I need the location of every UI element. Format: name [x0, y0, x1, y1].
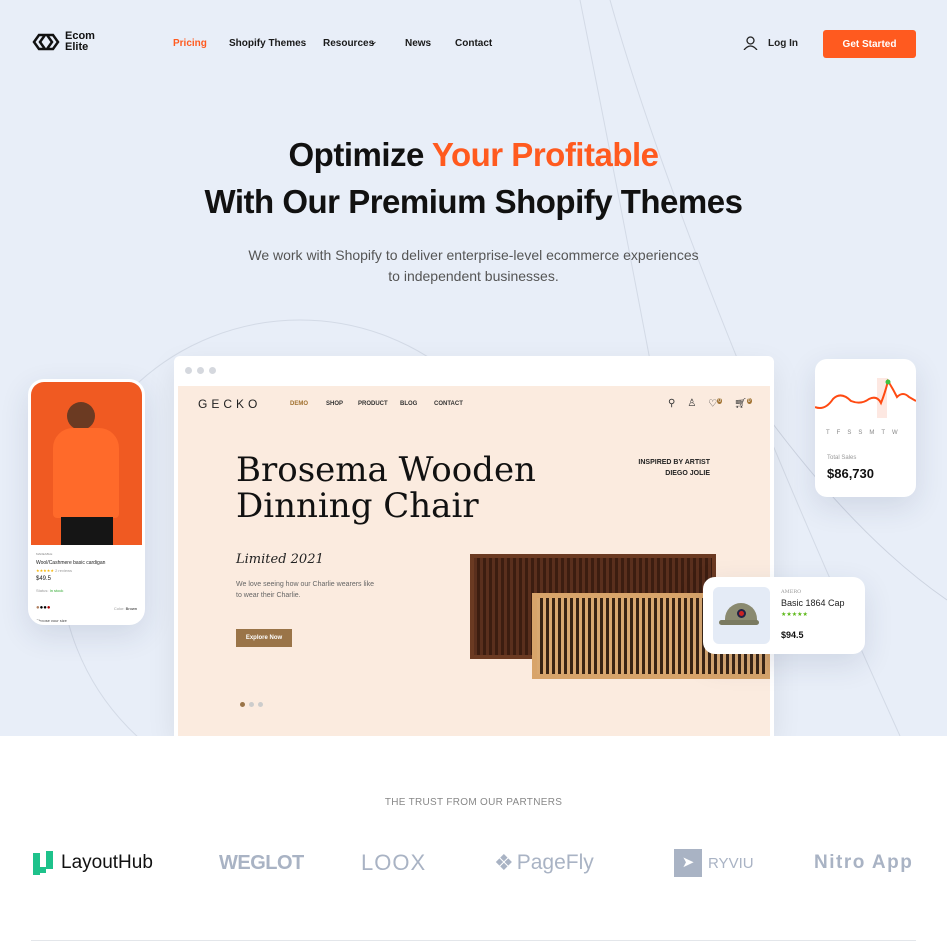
description-line: to wear their Charlie. — [236, 592, 301, 599]
phone-price: $49.5 — [36, 576, 52, 582]
product-photo — [31, 382, 142, 545]
total-sales-label: Total Sales — [827, 455, 857, 461]
logo-mark-icon — [32, 33, 60, 51]
account-icon[interactable]: ♙ — [687, 398, 696, 409]
brand-name-line2: Elite — [65, 41, 89, 53]
hero-title-part: Optimize — [288, 136, 432, 173]
partner-name: PageFly — [516, 851, 594, 874]
hero-title-accent: Your Profitable — [431, 136, 659, 173]
get-started-button[interactable]: Get Started — [823, 30, 916, 58]
explore-now-button[interactable]: Explore Now — [236, 629, 292, 647]
phone-reviews: 2 reviews — [55, 568, 72, 573]
inspired-line: INSPIRED BY ARTIST — [638, 459, 710, 466]
wishlist-count: 0 — [717, 398, 723, 404]
subtitle-line: to independent businesses. — [388, 268, 559, 284]
nav-pricing[interactable]: Pricing — [173, 38, 207, 49]
nav-resources[interactable]: Resources — [323, 38, 374, 49]
window-dot — [209, 367, 216, 374]
brand-logo[interactable]: Ecom Elite — [31, 31, 95, 53]
partner-logo-ryviu[interactable]: ➤ RYVIU — [674, 848, 754, 878]
stock-status: In stock — [49, 588, 64, 593]
mockup-nav-shop[interactable]: SHOP — [326, 401, 358, 407]
description-line: We love seeing how our Charlie wearers l… — [236, 581, 374, 588]
login-label: Log In — [768, 37, 798, 49]
slide-dot[interactable] — [258, 702, 263, 707]
hero-title-line2: With Our Premium Shopify Themes — [204, 183, 743, 220]
mockup-headline: Brosema Wooden Dinning Chair — [236, 452, 536, 524]
partner-name: LayoutHub — [61, 852, 153, 873]
login-link[interactable]: Log In — [743, 36, 798, 50]
mockup-description: We love seeing how our Charlie wearers l… — [236, 579, 374, 601]
phone-mockup: MADEABLE Wool/Cashmere basic cardigan ★★… — [28, 379, 145, 625]
color-label: Color: — [113, 606, 125, 611]
partner-logo-nitro-app[interactable]: Nitro App — [814, 848, 913, 878]
phone-product-name: Wool/Cashmere basic cardigan — [36, 560, 106, 566]
inspired-line: DIEGO JOLIE — [665, 470, 710, 477]
total-sales-value: $86,730 — [827, 466, 874, 481]
window-dot — [197, 367, 204, 374]
day-label: T — [881, 430, 886, 436]
cart-icon[interactable]: 🛒︎0 — [734, 398, 752, 409]
headline-line: Brosema Wooden — [236, 450, 536, 490]
partner-name: RYVIU — [708, 854, 754, 872]
size-guide-link[interactable]: Choose your size — [36, 618, 67, 622]
search-icon[interactable]: ⚲ — [668, 398, 675, 409]
product-card[interactable]: AMERO Basic 1864 Cap ★★★★★ $94.5 — [703, 577, 865, 654]
nav-contact[interactable]: Contact — [455, 38, 492, 49]
status-label: Status: — [36, 588, 49, 593]
nav-news[interactable]: News — [405, 38, 431, 49]
day-label: F — [836, 430, 841, 436]
day-label: S — [847, 430, 852, 436]
ryviu-mark-icon: ➤ — [674, 849, 702, 877]
hero-subtitle: We work with Shopify to deliver enterpri… — [0, 245, 947, 287]
hero-title-line1: Optimize Your Profitable — [0, 136, 947, 174]
pagefly-mark-icon: ❖ — [494, 850, 514, 875]
gecko-demo-site: GECKO DEMO SHOP PRODUCT BLOG CONTACT ⚲ ♙… — [178, 386, 770, 736]
hero-section: Ecom Elite Pricing Shopify Themes Resour… — [0, 0, 947, 736]
color-value: Brown — [125, 606, 137, 611]
layouthub-mark-icon — [33, 851, 53, 875]
day-label: W — [892, 430, 898, 436]
product-rating: ★★★★★ — [781, 612, 808, 618]
cart-count: 0 — [746, 398, 752, 404]
product-name: Basic 1864 Cap — [781, 598, 845, 608]
inspired-by: INSPIRED BY ARTIST DIEGO JOLIE — [598, 457, 710, 479]
partner-logo-loox[interactable]: LOOX — [361, 848, 426, 878]
slide-dot-active[interactable] — [240, 702, 245, 707]
partners-heading: THE TRUST FROM OUR PARTNERS — [384, 797, 563, 808]
theme-preview-window: GECKO DEMO SHOP PRODUCT BLOG CONTACT ⚲ ♙… — [174, 356, 774, 736]
wishlist-icon[interactable]: ♡0 — [708, 398, 723, 409]
day-label: S — [858, 430, 863, 436]
day-label: T — [826, 430, 830, 436]
sales-card: TFSSMTW Total Sales $86,730 — [815, 359, 916, 497]
partner-logo-pagefly[interactable]: ❖ PageFly — [494, 848, 594, 878]
mockup-nav-blog[interactable]: BLOG — [400, 401, 434, 407]
color-swatches[interactable]: ●●●● — [36, 605, 51, 611]
mockup-nav-product[interactable]: PRODUCT — [358, 401, 400, 407]
mockup-tagline: Limited 2021 — [236, 552, 324, 567]
chevron-down-icon: ⌄ — [370, 36, 378, 46]
headline-line: Dinning Chair — [236, 486, 479, 526]
nav-shopify-themes[interactable]: Shopify Themes — [229, 38, 306, 49]
divider — [31, 940, 916, 941]
partner-logo-layouthub[interactable]: LayoutHub — [31, 848, 153, 878]
phone-brand: MADEABLE — [36, 552, 53, 556]
slide-dot[interactable] — [249, 702, 254, 707]
partner-logo-weglot[interactable]: WEGLOT — [219, 848, 304, 878]
cap-image — [713, 587, 770, 644]
user-icon — [743, 36, 758, 50]
subtitle-line: We work with Shopify to deliver enterpri… — [248, 247, 699, 263]
window-dot — [185, 367, 192, 374]
mockup-nav-contact[interactable]: CONTACT — [434, 401, 463, 407]
day-label: M — [869, 430, 875, 436]
product-price: $94.5 — [781, 630, 804, 640]
product-brand: AMERO — [781, 589, 802, 595]
sales-line-chart — [815, 378, 916, 418]
gecko-logo: GECKO — [198, 397, 262, 411]
mockup-nav-demo[interactable]: DEMO — [290, 401, 326, 407]
